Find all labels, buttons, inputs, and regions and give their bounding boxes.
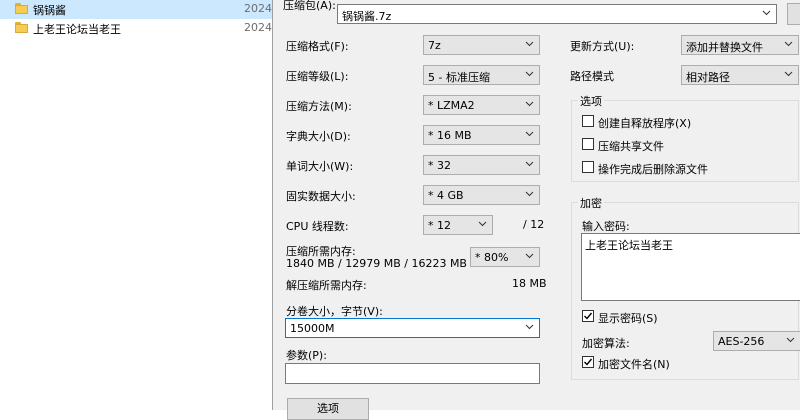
- cpu-value: * 12: [428, 219, 451, 232]
- path-value: 相对路径: [686, 71, 730, 84]
- sfx-label: 创建自释放程序(X): [598, 117, 692, 130]
- volume-label: 分卷大小，字节(V):: [286, 305, 383, 318]
- delete-source-checkbox[interactable]: 操作完成后删除源文件: [582, 161, 782, 176]
- encryption-group-title: 加密: [578, 195, 604, 211]
- file-row[interactable]: 锅锅酱 2024/: [0, 0, 276, 19]
- encrypt-method-label: 加密算法:: [582, 337, 630, 350]
- chevron-down-icon: [762, 10, 771, 16]
- chevron-down-icon: [525, 71, 534, 77]
- format-select[interactable]: 7z: [423, 35, 540, 55]
- method-select[interactable]: * LZMA2: [423, 95, 540, 115]
- archive-path-combo[interactable]: 锅锅酱.7z: [337, 4, 777, 24]
- add-to-archive-dialog: 压缩包(A): 锅锅酱.7z 压缩格式(F): 7z 压缩等级(L): 5 - …: [272, 0, 800, 420]
- password-input[interactable]: 上老王论坛当老王: [581, 233, 800, 301]
- word-label: 单词大小(W):: [286, 160, 354, 173]
- cpu-total: / 12: [523, 218, 545, 231]
- dict-label: 字典大小(D):: [286, 130, 351, 143]
- checkbox-box: [582, 138, 594, 150]
- file-name: 锅锅酱: [33, 4, 66, 17]
- chevron-down-icon: [784, 41, 793, 47]
- solid-label: 固实数据大小:: [286, 190, 356, 203]
- file-name: 上老王论坛当老王: [33, 23, 121, 36]
- cpu-select[interactable]: * 12: [423, 215, 493, 235]
- shared-label: 压缩共享文件: [598, 140, 664, 153]
- show-password-label: 显示密码(S): [598, 312, 658, 325]
- options-group-title: 选项: [578, 93, 604, 109]
- file-date: 2024/: [244, 21, 276, 34]
- delete-source-label: 操作完成后删除源文件: [598, 163, 708, 176]
- archive-label: 压缩包(A):: [283, 0, 336, 12]
- solid-value: * 4 GB: [428, 189, 464, 202]
- check-icon: [584, 312, 593, 320]
- update-value: 添加并替换文件: [686, 41, 763, 54]
- chevron-down-icon: [525, 161, 534, 167]
- check-icon: [584, 358, 593, 366]
- encrypt-method-select[interactable]: AES-256: [713, 331, 800, 351]
- path-label: 路径模式: [570, 70, 614, 83]
- chevron-down-icon: [786, 337, 795, 343]
- password-value: 上老王论坛当老王: [585, 239, 673, 252]
- word-select[interactable]: * 32: [423, 155, 540, 175]
- chevron-down-icon: [525, 253, 534, 259]
- shared-checkbox[interactable]: 压缩共享文件: [582, 138, 782, 153]
- mem-percent-select[interactable]: * 80%: [470, 247, 540, 267]
- encrypt-names-checkbox[interactable]: 加密文件名(N): [582, 356, 732, 371]
- browse-button[interactable]: [787, 3, 800, 25]
- params-input[interactable]: [285, 363, 540, 384]
- show-password-checkbox[interactable]: 显示密码(S): [582, 310, 732, 325]
- path-select[interactable]: 相对路径: [681, 65, 799, 85]
- folder-icon: [15, 22, 28, 33]
- mem-decompress-label: 解压缩所需内存:: [286, 279, 367, 292]
- format-label: 压缩格式(F):: [286, 40, 349, 53]
- file-date: 2024/: [244, 2, 276, 15]
- checkbox-box: [582, 115, 594, 127]
- level-select[interactable]: 5 - 标准压缩: [423, 65, 540, 85]
- chevron-down-icon: [525, 131, 534, 137]
- sfx-checkbox[interactable]: 创建自释放程序(X): [582, 115, 782, 130]
- folder-icon: [15, 3, 28, 14]
- level-value: 5 - 标准压缩: [428, 71, 490, 84]
- file-list: 锅锅酱 2024/ 上老王论坛当老王 2024/: [0, 0, 276, 410]
- file-row[interactable]: 上老王论坛当老王 2024/: [0, 19, 276, 38]
- update-select[interactable]: 添加并替换文件: [681, 35, 799, 55]
- format-value: 7z: [428, 39, 441, 52]
- volume-value: 15000M: [290, 322, 335, 335]
- method-label: 压缩方法(M):: [286, 100, 352, 113]
- cpu-label: CPU 线程数:: [286, 220, 349, 233]
- checkbox-box: [582, 356, 594, 368]
- encrypt-names-label: 加密文件名(N): [598, 358, 670, 371]
- checkbox-box: [582, 310, 594, 322]
- chevron-down-icon: [525, 41, 534, 47]
- update-label: 更新方式(U):: [570, 40, 635, 53]
- solid-select[interactable]: * 4 GB: [423, 185, 540, 205]
- level-label: 压缩等级(L):: [286, 70, 349, 83]
- chevron-down-icon: [784, 71, 793, 77]
- dict-select[interactable]: * 16 MB: [423, 125, 540, 145]
- chevron-down-icon: [478, 221, 487, 227]
- mem-compress-value: 1840 MB / 12979 MB / 16223 MB: [286, 257, 467, 270]
- checkbox-box: [582, 161, 594, 173]
- volume-combo[interactable]: 15000M: [285, 318, 540, 338]
- params-label: 参数(P):: [286, 349, 327, 362]
- dict-value: * 16 MB: [428, 129, 472, 142]
- mem-percent-value: * 80%: [475, 251, 509, 264]
- options-button[interactable]: 选项: [287, 398, 369, 420]
- chevron-down-icon: [525, 101, 534, 107]
- method-value: * LZMA2: [428, 99, 475, 112]
- password-label: 输入密码:: [582, 220, 630, 233]
- encrypt-method-value: AES-256: [718, 335, 765, 348]
- options-button-label: 选项: [317, 402, 339, 415]
- archive-path-value: 锅锅酱.7z: [342, 10, 392, 23]
- mem-decompress-value: 18 MB: [512, 277, 547, 290]
- word-value: * 32: [428, 159, 451, 172]
- chevron-down-icon: [525, 324, 534, 330]
- chevron-down-icon: [525, 191, 534, 197]
